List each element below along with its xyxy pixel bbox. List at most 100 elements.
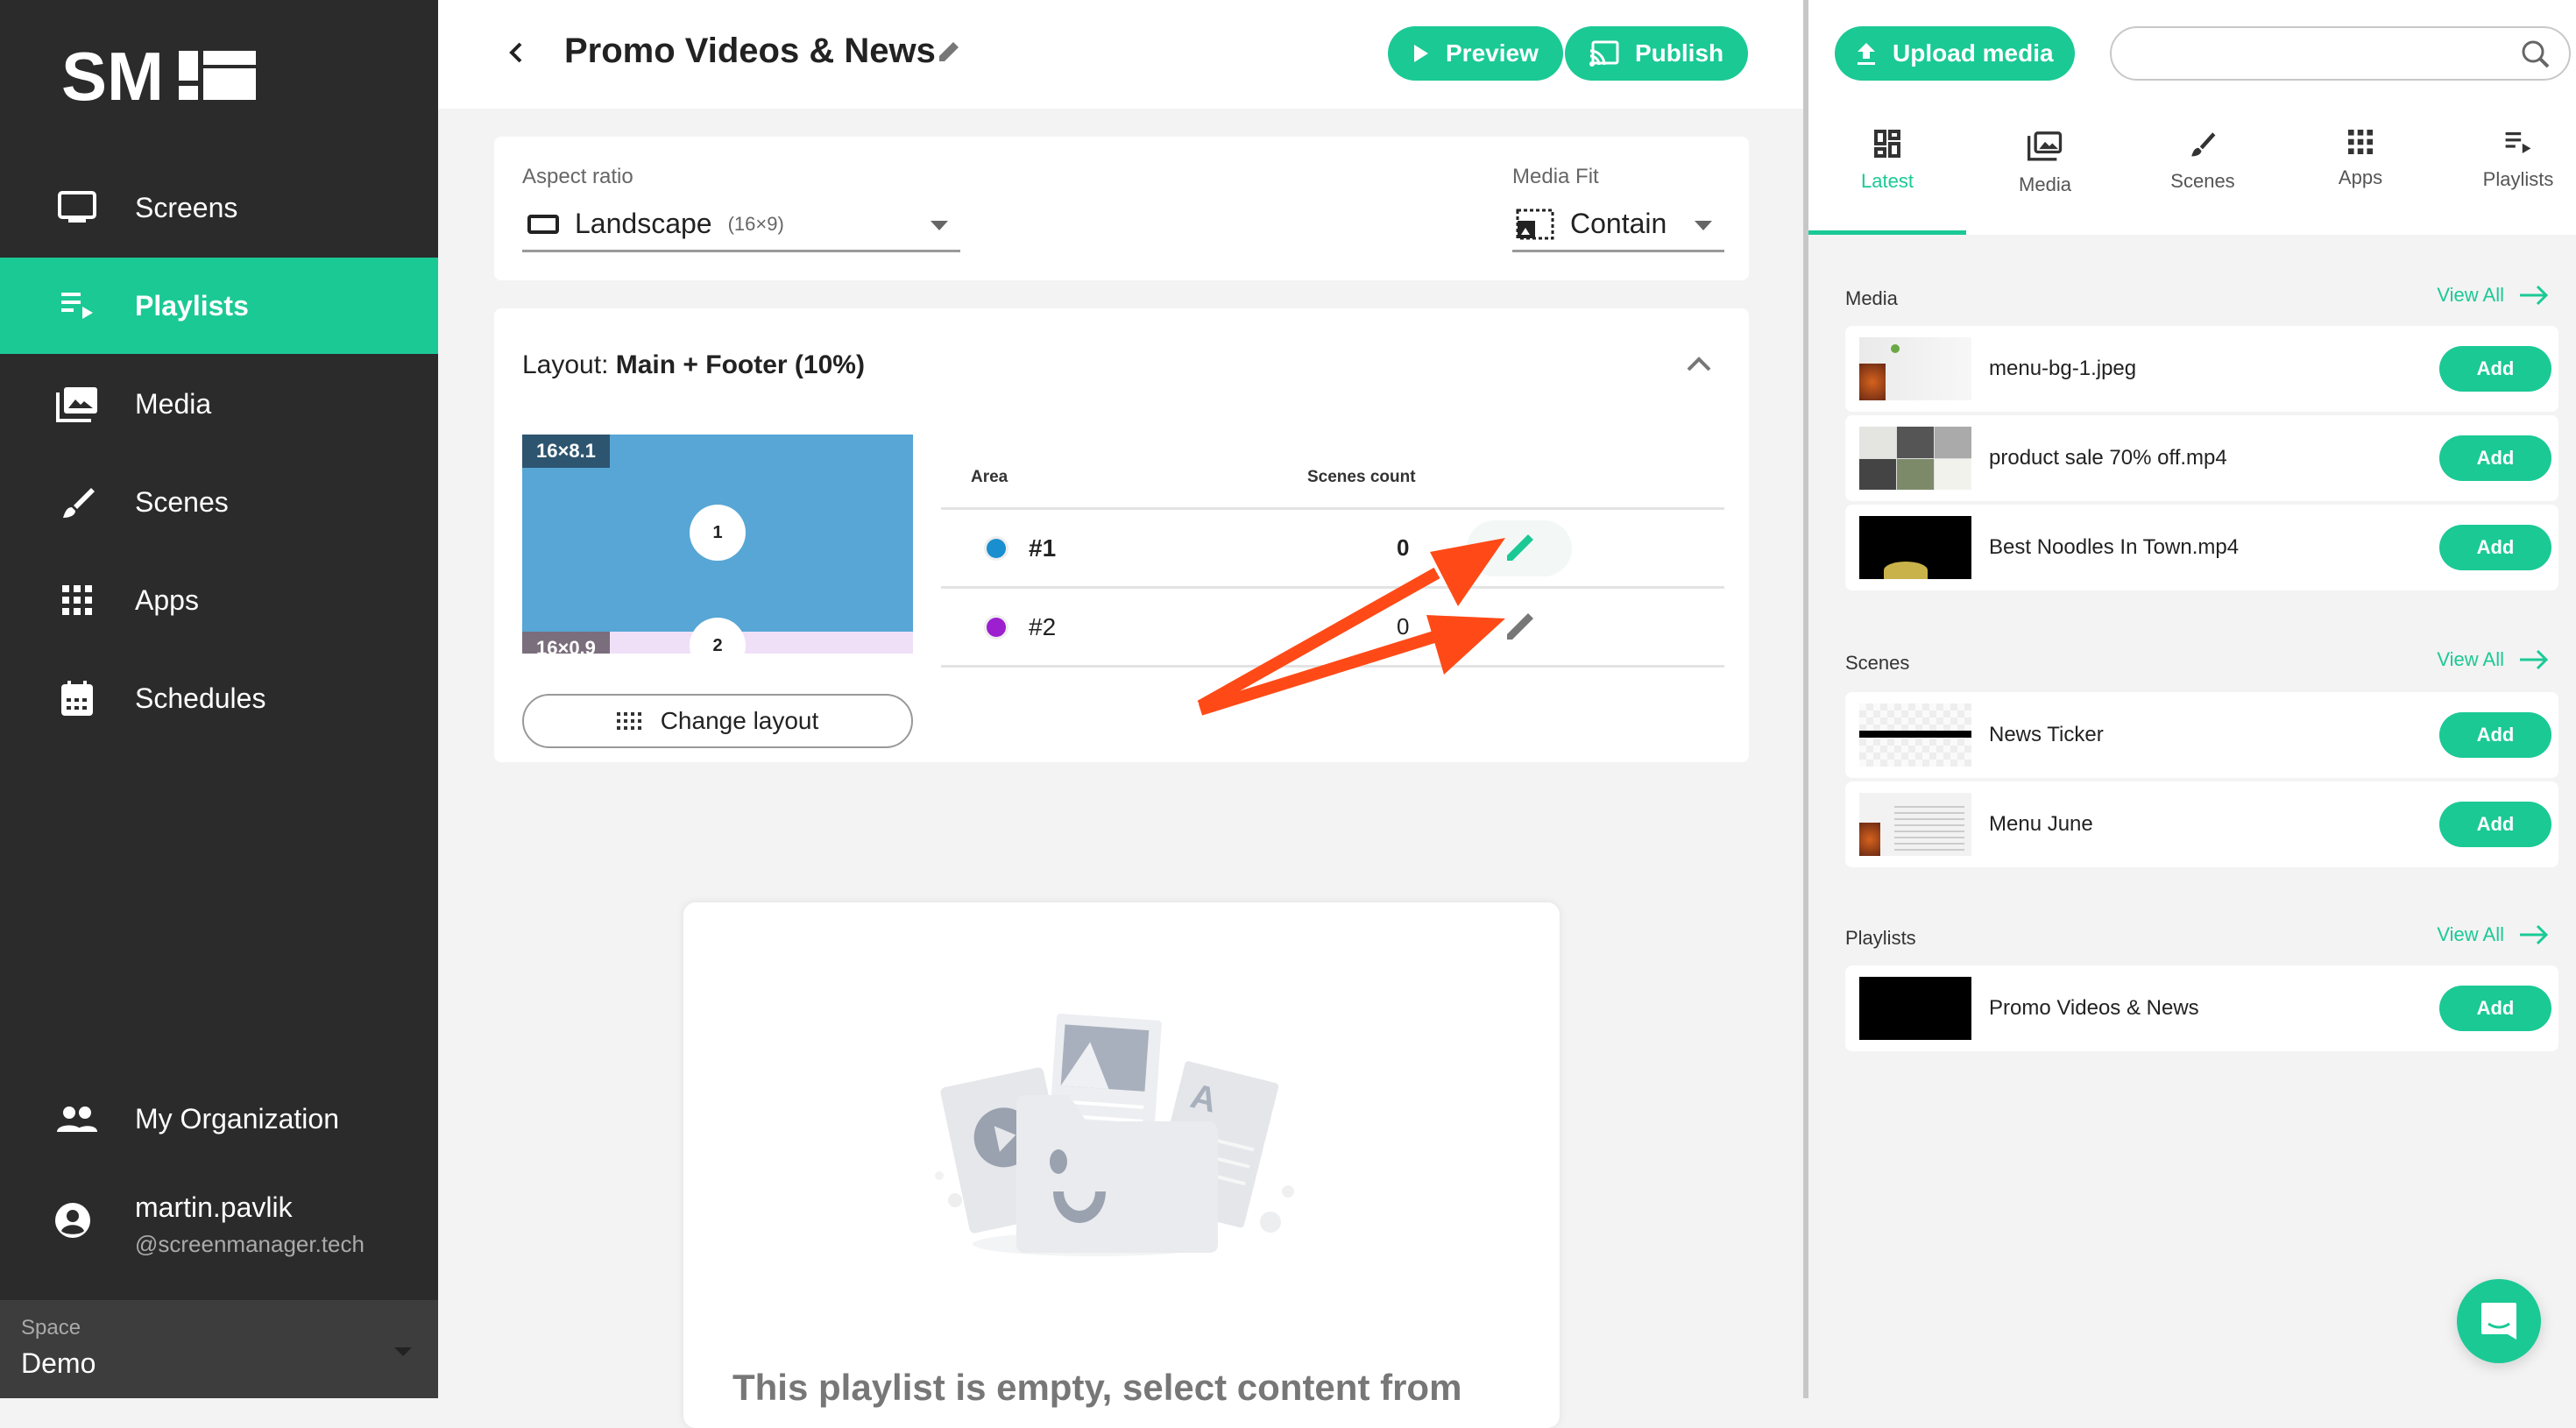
upload-media-button[interactable]: Upload media: [1835, 26, 2075, 81]
account-circle-icon: [54, 1202, 100, 1248]
brush-icon: [2191, 132, 2216, 157]
empty-playlist-card: A This playlist is empty, select content…: [683, 902, 1560, 1428]
aspect-ratio-select[interactable]: Landscape (16×9): [522, 198, 960, 252]
thumbnail: [1859, 516, 1971, 579]
sidebar-item-schedules[interactable]: Schedules: [0, 650, 438, 746]
add-button[interactable]: Add: [2439, 525, 2551, 570]
space-selector[interactable]: Space Demo: [0, 1300, 438, 1398]
view-all-label: View All: [2437, 923, 2504, 945]
list-item: product sale 70% off.mp4 Add: [1845, 415, 2558, 501]
svg-text:SM: SM: [61, 49, 164, 102]
tab-label: Scenes: [2170, 170, 2235, 192]
empty-playlist-message: This playlist is empty, select content f…: [732, 1367, 1462, 1408]
empty-folder-illustration: A: [935, 1014, 1294, 1256]
search-input[interactable]: [2133, 28, 2518, 77]
sidebar-item-playlists[interactable]: Playlists: [0, 258, 438, 354]
app-logo[interactable]: SM: [61, 49, 258, 102]
edit-area-button[interactable]: [1467, 520, 1572, 576]
search-icon[interactable]: [2520, 39, 2551, 70]
tab-scenes[interactable]: Scenes: [2124, 130, 2282, 235]
upload-icon: [1858, 43, 1875, 65]
section-title-playlists: Playlists: [1845, 927, 1916, 949]
chat-bubble-icon: [2481, 1303, 2516, 1340]
view-all-playlists-link[interactable]: View All: [2437, 923, 2550, 946]
sidebar-item-label: Media: [135, 387, 212, 420]
view-all-media-link[interactable]: View All: [2437, 284, 2550, 307]
area-id: #2: [1029, 612, 1057, 640]
chevron-up-icon[interactable]: [1684, 350, 1714, 377]
layout-card: Layout: Main + Footer (10%) 16×8.1 1 16×…: [494, 308, 1749, 762]
sidebar-item-organization[interactable]: My Organization: [0, 1071, 438, 1167]
thumbnail: [1859, 337, 1971, 400]
playlist-icon: [54, 283, 100, 329]
back-chevron-icon[interactable]: [499, 35, 534, 70]
change-layout-label: Change layout: [660, 707, 819, 734]
grid-dots-icon: [616, 712, 641, 730]
media-fit-select[interactable]: Contain: [1512, 198, 1724, 252]
edit-title-icon[interactable]: [934, 39, 962, 67]
tab-latest[interactable]: Latest: [1808, 130, 1966, 235]
tab-media[interactable]: Media: [1966, 130, 2124, 235]
space-label: Space: [21, 1316, 81, 1340]
layout-name: Main + Footer (10%): [615, 350, 865, 379]
area-id: #1: [1029, 534, 1057, 562]
tab-playlists[interactable]: Playlists: [2439, 130, 2576, 235]
change-layout-button[interactable]: Change layout: [522, 694, 913, 748]
area-color-dot: [987, 617, 1006, 637]
arrow-right-icon: [2520, 285, 2549, 306]
preview-button[interactable]: Preview: [1388, 26, 1563, 81]
thumbnail: [1859, 793, 1971, 856]
arrow-right-icon: [2520, 649, 2549, 670]
library-toolbar: Upload media Latest Media Scenes Apps Pl…: [1808, 0, 2576, 235]
area-number: 1: [690, 505, 746, 561]
add-button[interactable]: Add: [2439, 986, 2551, 1031]
landscape-icon: [527, 214, 559, 234]
table-row: #1 0: [941, 510, 1724, 589]
apps-grid-icon: [54, 577, 100, 623]
library-search[interactable]: [2110, 26, 2571, 81]
pencil-icon: [1507, 534, 1533, 561]
arrow-right-icon: [2520, 924, 2549, 945]
sidebar-item-label: Schedules: [135, 682, 266, 714]
publish-button[interactable]: Publish: [1565, 26, 1749, 81]
list-item: Promo Videos & News Add: [1845, 965, 2558, 1051]
area-dimension-label: 16×8.1: [522, 435, 610, 468]
playlist-icon: [2505, 132, 2531, 153]
fit-contain-icon: [1516, 209, 1554, 239]
page-title: Promo Videos & News: [564, 32, 936, 70]
area-dimension-label: 16×0.9: [522, 632, 610, 654]
thumbnail: [1859, 703, 1971, 767]
apps-grid-icon: [2348, 130, 2373, 154]
column-header-scenes-count: Scenes count: [1307, 467, 1416, 486]
section-title-scenes: Scenes: [1845, 652, 1910, 674]
item-name: Best Noodles In Town.mp4: [1989, 535, 2240, 559]
view-all-scenes-link[interactable]: View All: [2437, 648, 2550, 671]
user-profile[interactable]: martin.pavlik @screenmanager.tech: [54, 1191, 364, 1258]
user-domain: @screenmanager.tech: [135, 1231, 364, 1257]
layout-prefix: Layout:: [522, 350, 616, 379]
scenes-count: 0: [1397, 534, 1410, 561]
layout-area-2[interactable]: 16×0.9 2: [522, 618, 913, 654]
sidebar-item-apps[interactable]: Apps: [0, 552, 438, 648]
edit-area-button[interactable]: [1467, 599, 1572, 655]
column-header-area: Area: [971, 467, 1008, 486]
publish-label: Publish: [1635, 39, 1724, 67]
people-icon: [54, 1096, 100, 1142]
content-library-panel: Upload media Latest Media Scenes Apps Pl…: [1803, 0, 2576, 1398]
tab-apps[interactable]: Apps: [2282, 130, 2439, 235]
sidebar-item-media[interactable]: Media: [0, 356, 438, 452]
add-button[interactable]: Add: [2439, 712, 2551, 758]
pencil-icon: [1507, 612, 1533, 640]
sidebar-item-screens[interactable]: Screens: [0, 159, 438, 256]
support-chat-button[interactable]: [2457, 1279, 2541, 1363]
sidebar-item-label: Scenes: [135, 485, 229, 518]
media-fit-value: Contain: [1570, 208, 1667, 239]
sidebar-item-scenes[interactable]: Scenes: [0, 454, 438, 550]
add-button[interactable]: Add: [2439, 435, 2551, 481]
layout-area-1[interactable]: 16×8.1 1: [522, 435, 913, 632]
add-button[interactable]: Add: [2439, 802, 2551, 847]
add-button[interactable]: Add: [2439, 346, 2551, 392]
tab-label: Playlists: [2482, 168, 2554, 190]
table-row: #2 0: [941, 589, 1724, 668]
media-fit-label: Media Fit: [1512, 165, 1599, 188]
